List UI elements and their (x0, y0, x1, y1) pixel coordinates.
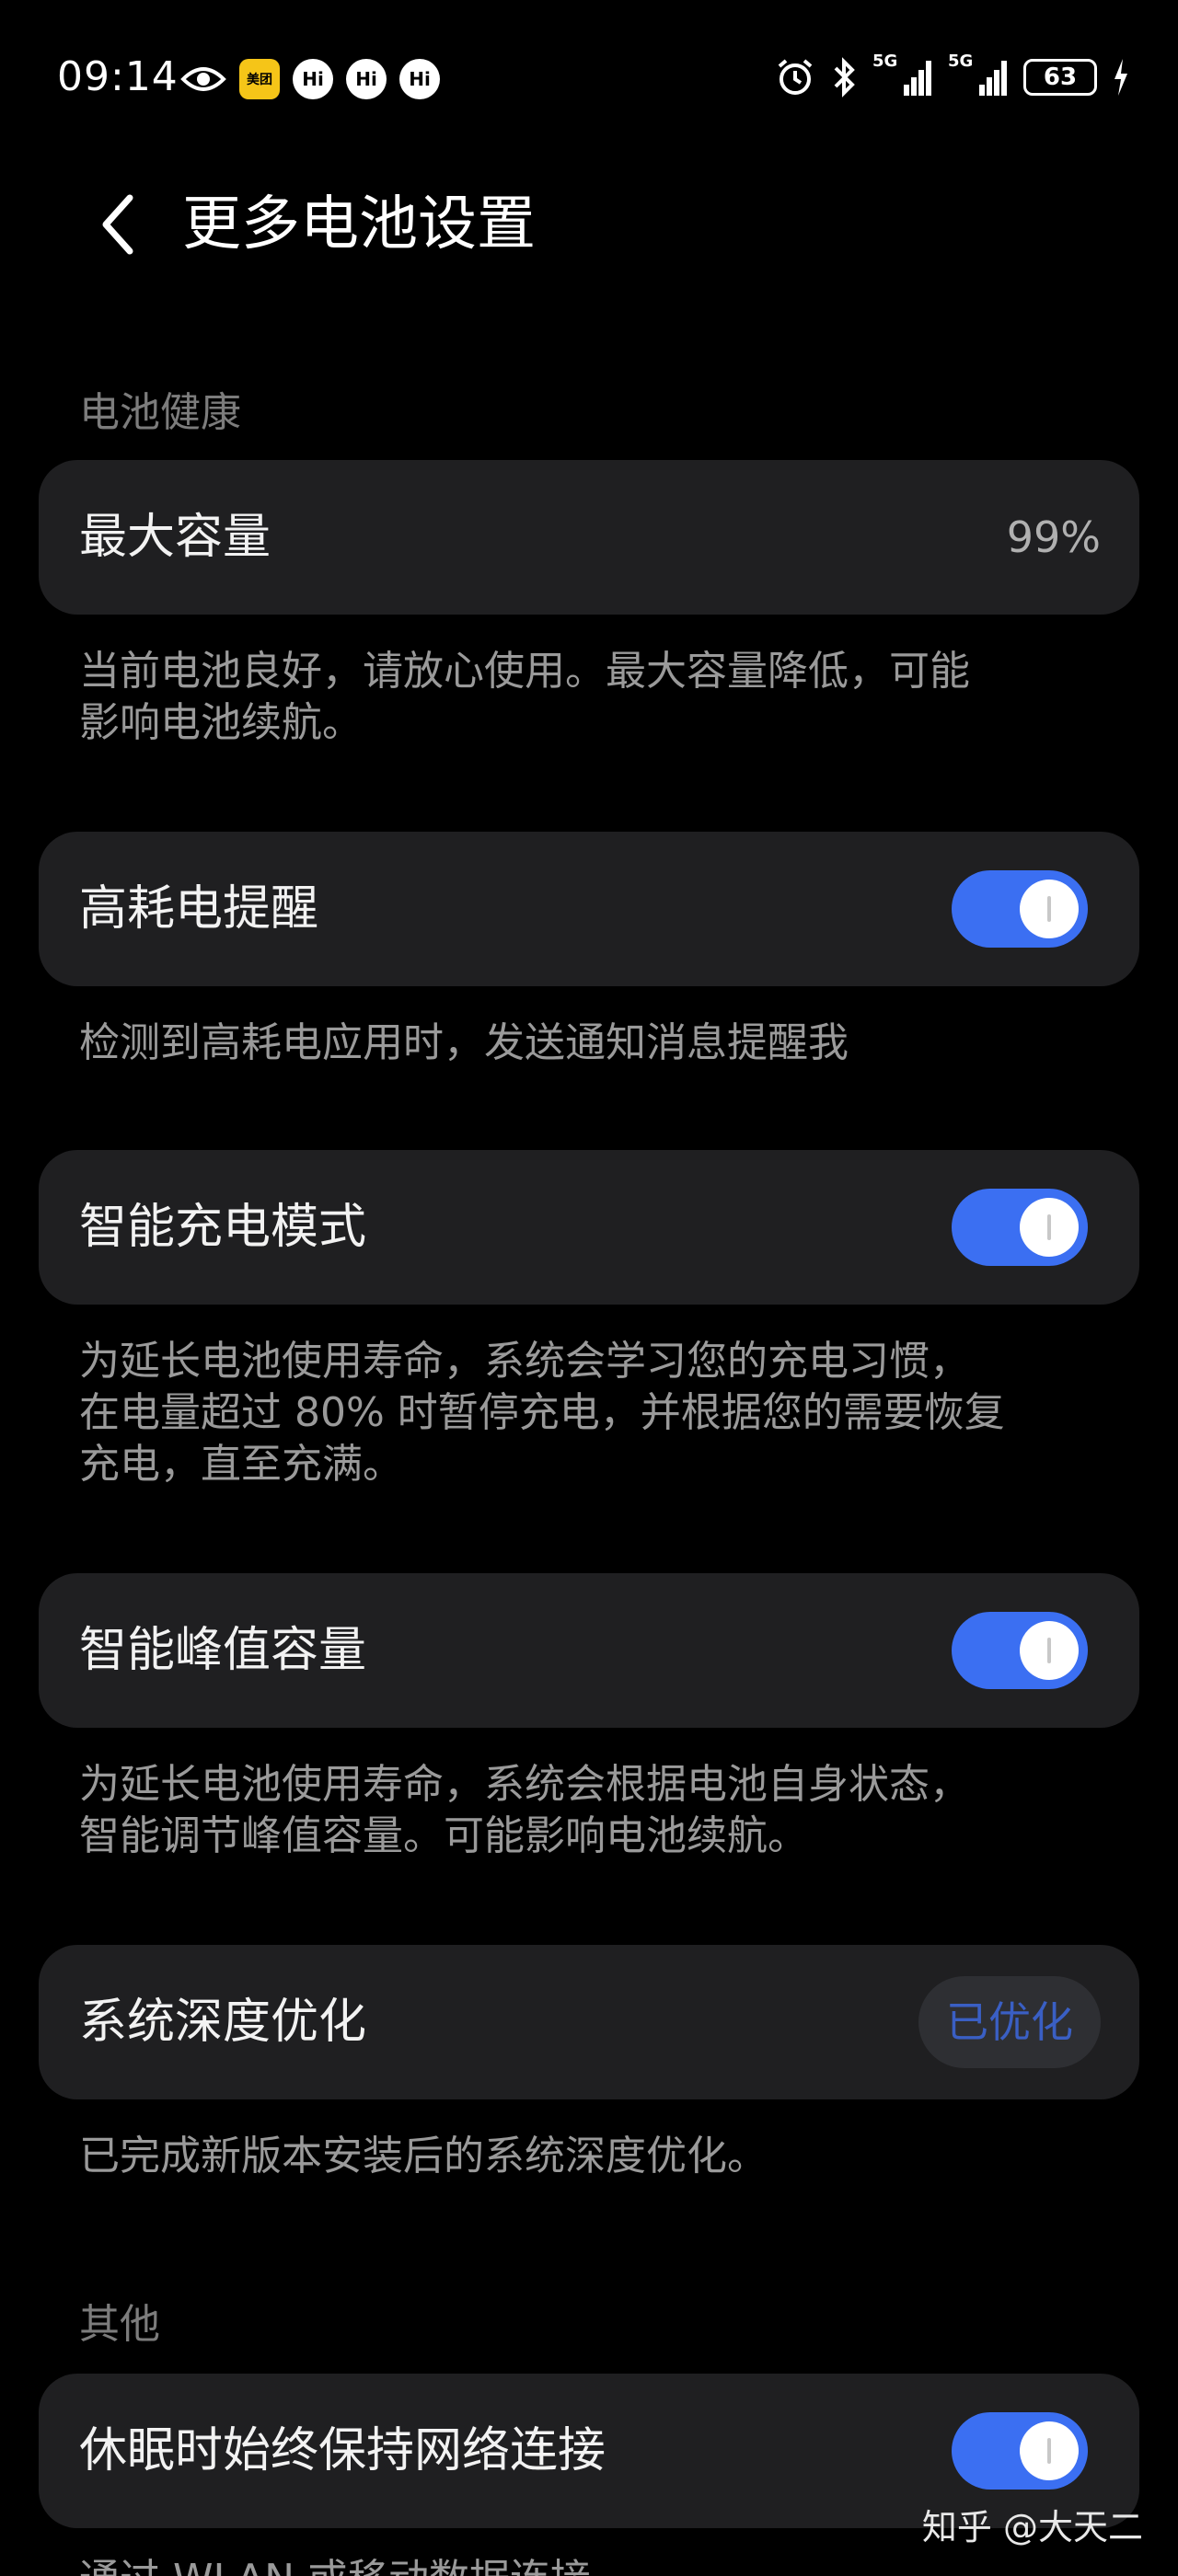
row-label: 高耗电提醒 (79, 881, 319, 937)
high-drain-reminder-toggle[interactable] (952, 870, 1088, 948)
charging-bolt-icon (1114, 59, 1127, 96)
signal-5g-icon: 5G (872, 52, 933, 98)
chevron-left-icon (102, 194, 133, 255)
status-notification-icons: 美团 Hi Hi Hi (180, 59, 440, 99)
deep-optimization-row: 系统深度优化 已优化 (39, 1945, 1139, 2099)
keep-network-toggle[interactable] (952, 2412, 1088, 2490)
battery-icon: 63 (1023, 59, 1097, 96)
row-label: 系统深度优化 (79, 1995, 367, 2050)
smart-charging-description: 为延长电池使用寿命，系统会学习您的充电习惯， 在电量超过 80% 时暂停充电，并… (79, 1338, 1005, 1488)
bluetooth-icon (834, 57, 855, 98)
max-capacity-row[interactable]: 最大容量 99% (39, 460, 1139, 615)
signal-5g-icon: 5G (948, 52, 1009, 98)
back-button[interactable] (87, 188, 151, 261)
row-label: 智能充电模式 (79, 1200, 367, 1255)
toggle-knob (1020, 880, 1079, 938)
top-app-bar: 更多电池设置 (0, 175, 1178, 276)
toggle-knob (1020, 1621, 1079, 1680)
status-time: 09:14 (57, 53, 179, 100)
row-label: 休眠时始终保持网络连接 (79, 2423, 606, 2478)
smart-charging-toggle[interactable] (952, 1189, 1088, 1266)
optimized-button[interactable]: 已优化 (918, 1976, 1101, 2068)
row-label: 最大容量 (79, 510, 271, 565)
hi-app-icon: Hi (293, 59, 333, 99)
toggle-knob (1020, 1198, 1079, 1257)
high-drain-reminder-row[interactable]: 高耗电提醒 (39, 832, 1139, 986)
smart-charging-row[interactable]: 智能充电模式 (39, 1150, 1139, 1305)
keep-network-description: 通过 WLAN 或移动数据连接... (79, 2554, 1110, 2576)
hi-app-icon: Hi (346, 59, 387, 99)
peak-capacity-description: 为延长电池使用寿命，系统会根据电池自身状态， 智能调节峰值容量。可能影响电池续航… (79, 1761, 970, 1859)
page-title: 更多电池设置 (182, 190, 536, 259)
section-header-other: 其他 (79, 2301, 160, 2348)
battery-settings-screen: 09:14 美团 Hi Hi Hi 5G 5G 63 更多电池设置 电池健康 最… (0, 0, 1178, 2576)
meituan-app-icon: 美团 (239, 59, 280, 99)
zhihu-watermark: 知乎 @大天二 (921, 2507, 1143, 2547)
deep-optimization-description: 已完成新版本安装后的系统深度优化。 (79, 2133, 768, 2179)
peak-capacity-row[interactable]: 智能峰值容量 (39, 1573, 1139, 1728)
row-label: 智能峰值容量 (79, 1623, 367, 1678)
eye-icon (180, 67, 226, 91)
section-header-battery-health: 电池健康 (79, 389, 241, 436)
max-capacity-value: 99% (1006, 512, 1101, 562)
alarm-icon (778, 59, 813, 95)
peak-capacity-toggle[interactable] (952, 1612, 1088, 1689)
hi-app-icon: Hi (399, 59, 440, 99)
status-bar: 09:14 美团 Hi Hi Hi 5G 5G 63 (0, 0, 1178, 156)
max-capacity-description: 当前电池良好，请放心使用。最大容量降低，可能 影响电池续航。 (79, 648, 970, 746)
high-drain-reminder-description: 检测到高耗电应用时，发送通知消息提醒我 (79, 1019, 849, 1066)
toggle-knob (1020, 2421, 1079, 2480)
status-system-icons: 5G 5G 63 (775, 52, 1130, 98)
